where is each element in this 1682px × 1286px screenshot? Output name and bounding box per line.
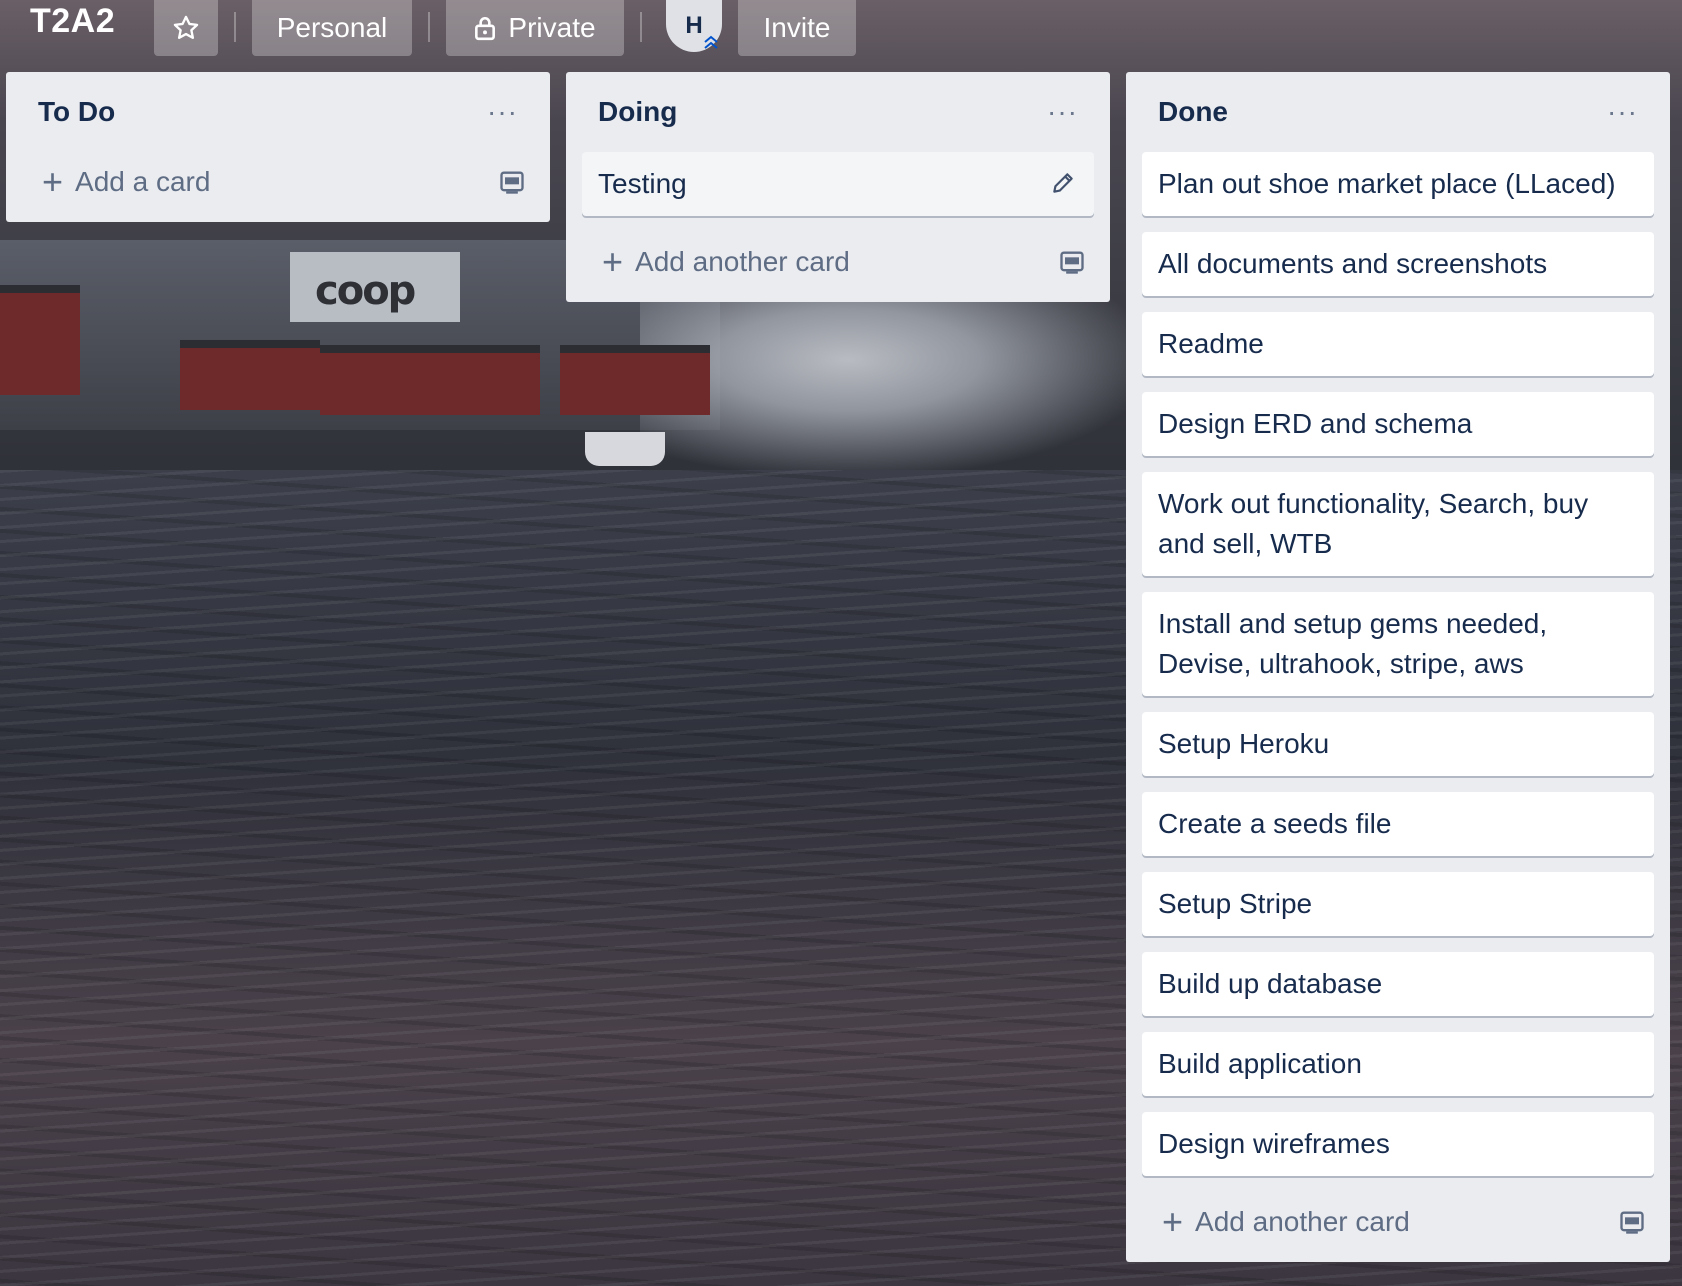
card-title: Install and setup gems needed, Devise, u… — [1158, 608, 1548, 679]
card[interactable]: Create a seeds file — [1142, 792, 1654, 856]
list-title[interactable]: Doing — [598, 96, 677, 128]
star-board-button[interactable] — [154, 0, 218, 56]
header-divider — [428, 12, 430, 42]
star-icon — [173, 15, 199, 39]
card[interactable]: Readme — [1142, 312, 1654, 376]
list-title[interactable]: To Do — [38, 96, 115, 128]
add-card-button[interactable]: + Add a card — [6, 146, 550, 218]
card-title: Build application — [1158, 1048, 1362, 1079]
list-doing: Doing ··· Testing + Add another card — [566, 72, 1110, 302]
avatar-initial: H — [685, 12, 703, 39]
card[interactable]: Testing — [582, 152, 1094, 216]
card-title: Setup Heroku — [1158, 728, 1330, 759]
workspace-button[interactable]: Personal — [252, 0, 412, 56]
card[interactable]: All documents and screenshots — [1142, 232, 1654, 296]
add-card-button[interactable]: + Add another card — [1126, 1186, 1670, 1258]
member-avatar[interactable]: H — [666, 0, 722, 52]
invite-button[interactable]: Invite — [738, 0, 856, 56]
card-template-icon[interactable] — [498, 168, 526, 196]
card[interactable]: Setup Stripe — [1142, 872, 1654, 936]
lock-icon — [475, 16, 496, 41]
card[interactable]: Design wireframes — [1142, 1112, 1654, 1176]
list-title[interactable]: Done — [1158, 96, 1228, 128]
more-icon[interactable]: ··· — [1607, 96, 1638, 128]
add-card-button[interactable]: + Add another card — [566, 226, 1110, 298]
plus-icon: + — [1162, 1201, 1184, 1242]
card-title: Create a seeds file — [1158, 808, 1392, 839]
card-title: All documents and screenshots — [1158, 248, 1548, 279]
workspace-label: Personal — [276, 12, 388, 43]
list-done: Done ··· Plan out shoe market place (LLa… — [1126, 72, 1670, 1262]
card-title: Testing — [598, 168, 687, 199]
plus-icon: + — [602, 241, 624, 282]
card[interactable]: Setup Heroku — [1142, 712, 1654, 776]
list-header: Done ··· — [1126, 72, 1670, 152]
card-template-icon[interactable] — [1618, 1208, 1646, 1236]
more-icon[interactable]: ··· — [487, 96, 518, 128]
pencil-icon[interactable] — [1050, 170, 1076, 196]
card-title: Setup Stripe — [1158, 888, 1313, 919]
list-header: To Do ··· — [6, 72, 550, 152]
board-header: T2A2 Personal Private H Invite — [0, 0, 900, 58]
list-header: Doing ··· — [566, 72, 1110, 152]
board-title[interactable]: T2A2 — [30, 2, 115, 41]
card-list: Testing — [566, 152, 1110, 216]
visibility-label: Private — [508, 12, 596, 43]
list-to-do: To Do ··· + Add a card — [6, 72, 550, 222]
card[interactable]: Design ERD and schema — [1142, 392, 1654, 456]
card-list: Plan out shoe market place (LLaced) All … — [1126, 152, 1670, 1176]
more-icon[interactable]: ··· — [1047, 96, 1078, 128]
card-title: Design ERD and schema — [1158, 408, 1473, 439]
plus-icon: + — [42, 161, 64, 202]
card[interactable]: Build up database — [1142, 952, 1654, 1016]
card-title: Readme — [1158, 328, 1264, 359]
header-divider — [234, 12, 236, 42]
card-title: Plan out shoe market place (LLaced) — [1158, 168, 1616, 199]
card-title: Build up database — [1158, 968, 1383, 999]
add-card-label: Add another card — [1195, 1206, 1410, 1237]
card[interactable]: Install and setup gems needed, Devise, u… — [1142, 592, 1654, 696]
card[interactable]: Build application — [1142, 1032, 1654, 1096]
admin-chevron-icon — [704, 35, 718, 49]
card[interactable]: Work out functionality, Search, buy and … — [1142, 472, 1654, 576]
invite-label: Invite — [763, 12, 831, 43]
card-template-icon[interactable] — [1058, 248, 1086, 276]
add-card-label: Add a card — [75, 166, 211, 197]
card[interactable]: Plan out shoe market place (LLaced) — [1142, 152, 1654, 216]
visibility-button[interactable]: Private — [446, 0, 624, 56]
header-divider — [640, 12, 642, 42]
card-title: Work out functionality, Search, buy and … — [1158, 488, 1589, 559]
card-title: Design wireframes — [1158, 1128, 1390, 1159]
add-card-label: Add another card — [635, 246, 850, 277]
